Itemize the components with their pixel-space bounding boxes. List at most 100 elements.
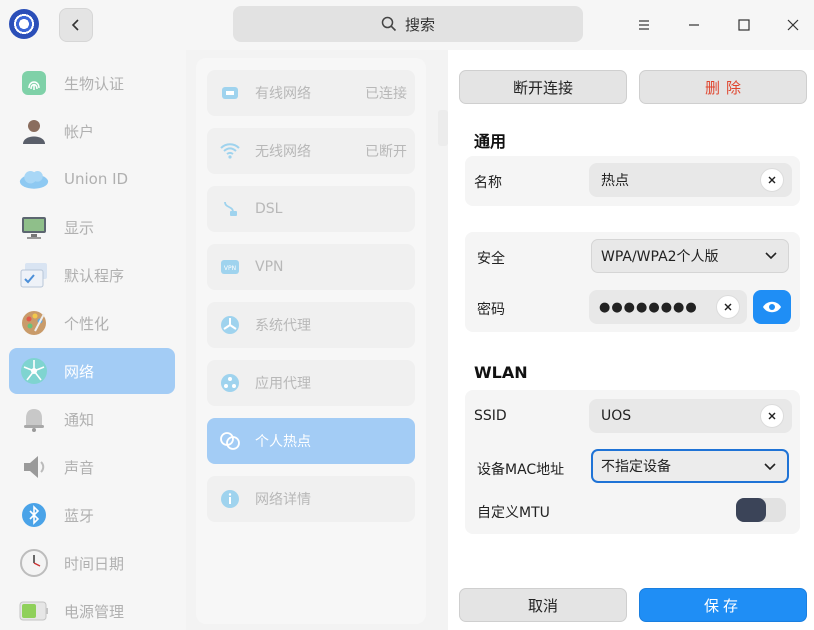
clock-icon (19, 548, 49, 578)
bell-icon (19, 404, 49, 434)
wifi-icon (219, 140, 241, 162)
cancel-button[interactable]: 取消 (459, 588, 627, 622)
sidebar-item-label: 网络 (64, 362, 95, 381)
menu-item-app-proxy[interactable]: 应用代理 (207, 360, 415, 406)
chevron-down-icon (765, 252, 777, 260)
close-icon (787, 19, 799, 31)
app-proxy-icon (219, 372, 241, 394)
default-apps-icon (19, 260, 49, 290)
close-icon (768, 176, 776, 184)
sidebar-item-bluetooth[interactable]: 蓝牙 (9, 492, 175, 538)
clear-name-button[interactable] (760, 168, 784, 192)
network-icon (19, 356, 49, 386)
maximize-icon (738, 19, 750, 31)
maximize-button[interactable] (729, 10, 759, 40)
speaker-icon (19, 452, 49, 482)
sidebar-item-label: 帐户 (64, 122, 95, 141)
minimize-button[interactable] (679, 10, 709, 40)
menu-item-vpn[interactable]: VPN VPN (207, 244, 415, 290)
settings-sidebar: 生物认证 帐户 Union ID 显示 默认程序 个性化 网络 通知 声音 蓝牙… (0, 50, 186, 630)
custom-mtu-switch[interactable] (736, 498, 786, 522)
search-icon (381, 16, 397, 32)
sidebar-item-union-id[interactable]: Union ID (9, 156, 175, 202)
menu-item-label: 系统代理 (255, 318, 311, 334)
disconnect-button[interactable]: 断开连接 (459, 70, 627, 104)
menu-item-system-proxy[interactable]: 系统代理 (207, 302, 415, 348)
menu-item-label: 有线网络 (255, 86, 311, 102)
clear-ssid-button[interactable] (760, 404, 784, 428)
sidebar-item-label: 时间日期 (64, 554, 125, 573)
sidebar-item-display[interactable]: 显示 (9, 204, 175, 250)
close-icon (768, 412, 776, 420)
sidebar-item-label: 通知 (64, 410, 95, 429)
sidebar-item-network[interactable]: 网络 (9, 348, 175, 394)
palette-icon (19, 308, 49, 338)
sidebar-item-power[interactable]: 电源管理 (9, 588, 175, 630)
ssid-value: UOS (601, 408, 632, 424)
chevron-left-icon (71, 19, 79, 31)
sidebar-item-label: 电源管理 (64, 602, 125, 621)
sidebar-item-notification[interactable]: 通知 (9, 396, 175, 442)
account-icon (19, 116, 49, 146)
toggle-password-visibility-button[interactable] (753, 290, 791, 324)
network-submenu-panel: 有线网络 已连接 无线网络 已断开 DSL VPN VPN 系统代理 应用代理 (186, 50, 448, 630)
sidebar-item-label: 个性化 (64, 314, 110, 333)
menu-item-label: VPN (255, 259, 284, 275)
sidebar-item-sound[interactable]: 声音 (9, 444, 175, 490)
delete-button[interactable]: 删除 (639, 70, 807, 104)
bluetooth-icon (19, 500, 49, 530)
general-section-title: 通用 (474, 132, 507, 151)
menu-item-wired[interactable]: 有线网络 已连接 (207, 70, 415, 116)
sidebar-item-account[interactable]: 帐户 (9, 108, 175, 154)
name-label: 名称 (474, 175, 502, 191)
menu-item-label: DSL (255, 201, 283, 217)
back-button[interactable] (59, 8, 93, 42)
security-value: WPA/WPA2个人版 (601, 249, 719, 265)
app-logo-icon (9, 9, 39, 39)
info-icon (219, 488, 241, 510)
menu-icon (639, 20, 649, 30)
save-button[interactable]: 保存 (639, 588, 807, 622)
eye-icon (763, 301, 781, 313)
hotspot-settings-panel: 断开连接 删除 通用 名称 热点 安全 WPA/WPA2个人版 密码 ●●●●●… (448, 50, 814, 630)
menu-item-hotspot[interactable]: 个人热点 (207, 418, 415, 464)
password-mask: ●●●●●●●● (599, 299, 698, 315)
close-icon (724, 303, 732, 311)
minimize-icon (689, 24, 699, 26)
sidebar-item-default-apps[interactable]: 默认程序 (9, 252, 175, 298)
sidebar-item-datetime[interactable]: 时间日期 (9, 540, 175, 586)
wired-icon (219, 82, 241, 104)
cloud-icon (19, 164, 49, 194)
status-text: 已连接 (365, 86, 407, 102)
sidebar-item-biometric[interactable]: 生物认证 (9, 60, 175, 106)
menu-button[interactable] (629, 10, 659, 40)
wlan-section-title: WLAN (474, 363, 528, 382)
system-proxy-icon (219, 314, 241, 336)
switch-knob (736, 498, 766, 522)
fingerprint-icon (19, 68, 49, 98)
security-label: 安全 (477, 251, 505, 267)
dsl-icon (219, 198, 241, 220)
submenu-scrollbar[interactable] (438, 110, 448, 146)
sidebar-item-label: Union ID (64, 170, 129, 188)
menu-item-wireless[interactable]: 无线网络 已断开 (207, 128, 415, 174)
mac-address-value: 不指定设备 (601, 459, 671, 475)
mac-address-label: 设备MAC地址 (477, 462, 565, 478)
menu-item-label: 无线网络 (255, 144, 311, 160)
sidebar-item-label: 显示 (64, 218, 95, 237)
display-icon (19, 212, 49, 242)
mtu-label: 自定义MTU (477, 505, 550, 521)
security-select[interactable]: WPA/WPA2个人版 (591, 239, 789, 273)
status-text: 已断开 (365, 144, 407, 160)
sidebar-item-personalization[interactable]: 个性化 (9, 300, 175, 346)
mac-address-select[interactable]: 不指定设备 (591, 449, 789, 483)
close-button[interactable] (778, 10, 808, 40)
search-input[interactable]: 搜索 (233, 6, 583, 42)
menu-item-dsl[interactable]: DSL (207, 186, 415, 232)
hotspot-icon (219, 430, 241, 452)
title-bar: 搜索 (0, 0, 814, 50)
sidebar-item-label: 声音 (64, 458, 95, 477)
name-value: 热点 (601, 173, 629, 189)
menu-item-network-details[interactable]: 网络详情 (207, 476, 415, 522)
clear-password-button[interactable] (716, 295, 740, 319)
